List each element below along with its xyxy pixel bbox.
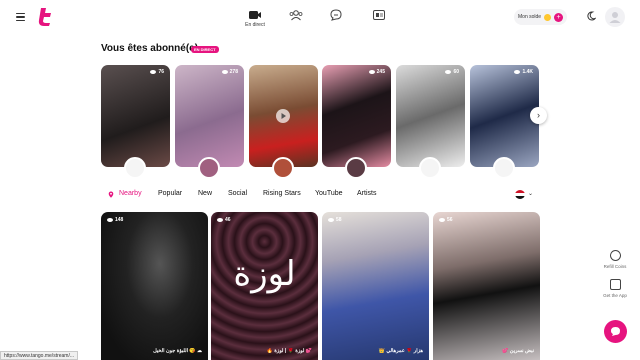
view-count-value: 148 bbox=[115, 217, 124, 223]
eye-icon bbox=[221, 70, 228, 74]
eye-icon bbox=[514, 70, 521, 74]
view-count: 60 bbox=[445, 69, 459, 75]
view-count-value: 278 bbox=[229, 69, 238, 75]
avatar[interactable] bbox=[419, 157, 441, 179]
country-flag-icon[interactable] bbox=[515, 190, 525, 199]
avatar[interactable] bbox=[345, 157, 367, 179]
refill-coins-label: Refill Coins bbox=[603, 264, 627, 269]
view-count: 56 bbox=[439, 217, 453, 223]
view-count: 245 bbox=[368, 69, 385, 75]
eye-icon bbox=[368, 70, 375, 74]
view-count: 46 bbox=[217, 217, 231, 223]
card-thumbnail bbox=[322, 65, 391, 167]
stream-card[interactable]: 56 💕 نبض نسرين bbox=[433, 212, 540, 360]
subscribed-card[interactable]: 60 bbox=[396, 65, 465, 167]
balance-pill[interactable]: Mon solde + bbox=[514, 9, 568, 25]
view-count-value: 60 bbox=[453, 69, 459, 75]
coins-icon bbox=[609, 250, 621, 261]
stream-caption: اللبؤة جون الخيل 😘 ☁ bbox=[153, 348, 202, 354]
subscribed-card[interactable]: 245 bbox=[322, 65, 391, 167]
video-feed-icon[interactable] bbox=[372, 9, 386, 21]
eye-icon bbox=[150, 70, 157, 74]
chat-fab-button[interactable] bbox=[604, 320, 627, 343]
stream-card[interactable]: 148 اللبؤة جون الخيل 😘 ☁ bbox=[101, 212, 208, 360]
tab-nearby[interactable]: Nearby bbox=[119, 190, 142, 197]
message-icon bbox=[611, 327, 620, 336]
view-count-value: 76 bbox=[158, 69, 164, 75]
subscribed-card[interactable]: 76 bbox=[101, 65, 170, 167]
view-count-value: 56 bbox=[447, 217, 453, 223]
view-count-value: 58 bbox=[336, 217, 342, 223]
location-pin-icon bbox=[108, 191, 114, 198]
chevron-down-icon[interactable]: ⌄ bbox=[528, 190, 533, 197]
nav-live-label[interactable]: En direct bbox=[240, 22, 270, 28]
view-count-value: 46 bbox=[225, 217, 231, 223]
stream-caption: 💕 نبض نسرين bbox=[502, 348, 534, 354]
view-count: 76 bbox=[150, 69, 164, 75]
stream-caption: 🔥 لوزة 🌹 | لوزة 💕 bbox=[266, 348, 312, 354]
tab-youtube[interactable]: YouTube bbox=[315, 190, 343, 197]
avatar[interactable] bbox=[124, 157, 146, 179]
avatar[interactable] bbox=[198, 157, 220, 179]
tab-new[interactable]: New bbox=[198, 190, 212, 197]
add-coins-button[interactable]: + bbox=[554, 12, 564, 22]
live-video-icon[interactable] bbox=[248, 9, 262, 21]
card-thumbnail bbox=[470, 65, 539, 167]
status-url: https://www.tango.me/stream/... bbox=[0, 351, 79, 360]
view-count: 1.4K bbox=[514, 69, 533, 75]
eye-icon bbox=[328, 218, 334, 222]
eye-icon bbox=[439, 218, 445, 222]
subscribed-card[interactable]: 278 bbox=[175, 65, 244, 167]
stream-thumbnail bbox=[322, 212, 429, 360]
qr-code-icon bbox=[609, 279, 621, 290]
tab-artists[interactable]: Artists bbox=[357, 190, 376, 197]
avatar[interactable] bbox=[272, 157, 294, 179]
chat-icon[interactable] bbox=[329, 9, 343, 21]
stream-caption: 👑 هزار 🌹 عمرهالي bbox=[378, 348, 423, 354]
refill-coins-button[interactable]: Refill Coins bbox=[598, 250, 632, 269]
live-badge: EN DIRECT bbox=[191, 46, 219, 53]
dark-mode-icon[interactable] bbox=[586, 11, 596, 21]
stream-card[interactable]: لوزة 46 🔥 لوزة 🌹 | لوزة 💕 bbox=[211, 212, 318, 360]
top-bar: En direct Mon solde + bbox=[0, 0, 640, 34]
balance-label: Mon solde bbox=[518, 14, 542, 20]
stream-overlay-text: لوزة bbox=[233, 254, 296, 294]
carousel-next-button[interactable]: › bbox=[530, 107, 547, 124]
tab-popular[interactable]: Popular bbox=[158, 190, 182, 197]
stream-thumbnail bbox=[433, 212, 540, 360]
menu-icon[interactable] bbox=[16, 13, 25, 22]
view-count-value: 1.4K bbox=[522, 69, 533, 75]
stream-card[interactable]: 58 👑 هزار 🌹 عمرهالي bbox=[322, 212, 429, 360]
eye-icon bbox=[445, 70, 452, 74]
coin-icon bbox=[544, 13, 552, 21]
user-icon bbox=[609, 12, 621, 23]
card-thumbnail bbox=[101, 65, 170, 167]
avatar[interactable] bbox=[493, 157, 515, 179]
subscribed-card[interactable] bbox=[249, 65, 318, 167]
get-app-label: Get the App bbox=[603, 293, 627, 298]
eye-icon bbox=[217, 218, 223, 222]
play-icon bbox=[276, 109, 290, 123]
view-count: 148 bbox=[107, 217, 123, 223]
view-count-value: 245 bbox=[376, 69, 385, 75]
eye-icon bbox=[107, 218, 113, 222]
view-count: 58 bbox=[328, 217, 342, 223]
tab-rising-stars[interactable]: Rising Stars bbox=[263, 190, 301, 197]
stream-thumbnail bbox=[101, 212, 208, 360]
card-thumbnail bbox=[396, 65, 465, 167]
tango-logo[interactable] bbox=[36, 7, 54, 27]
card-thumbnail bbox=[175, 65, 244, 167]
tab-social[interactable]: Social bbox=[228, 190, 247, 197]
profile-avatar[interactable] bbox=[605, 7, 625, 27]
get-app-button[interactable]: Get the App bbox=[598, 279, 632, 298]
view-count: 278 bbox=[221, 69, 238, 75]
subscribed-title: Vous êtes abonné(e) bbox=[101, 43, 199, 54]
friends-icon[interactable] bbox=[289, 9, 303, 21]
subscribed-card[interactable]: 1.4K bbox=[470, 65, 539, 167]
